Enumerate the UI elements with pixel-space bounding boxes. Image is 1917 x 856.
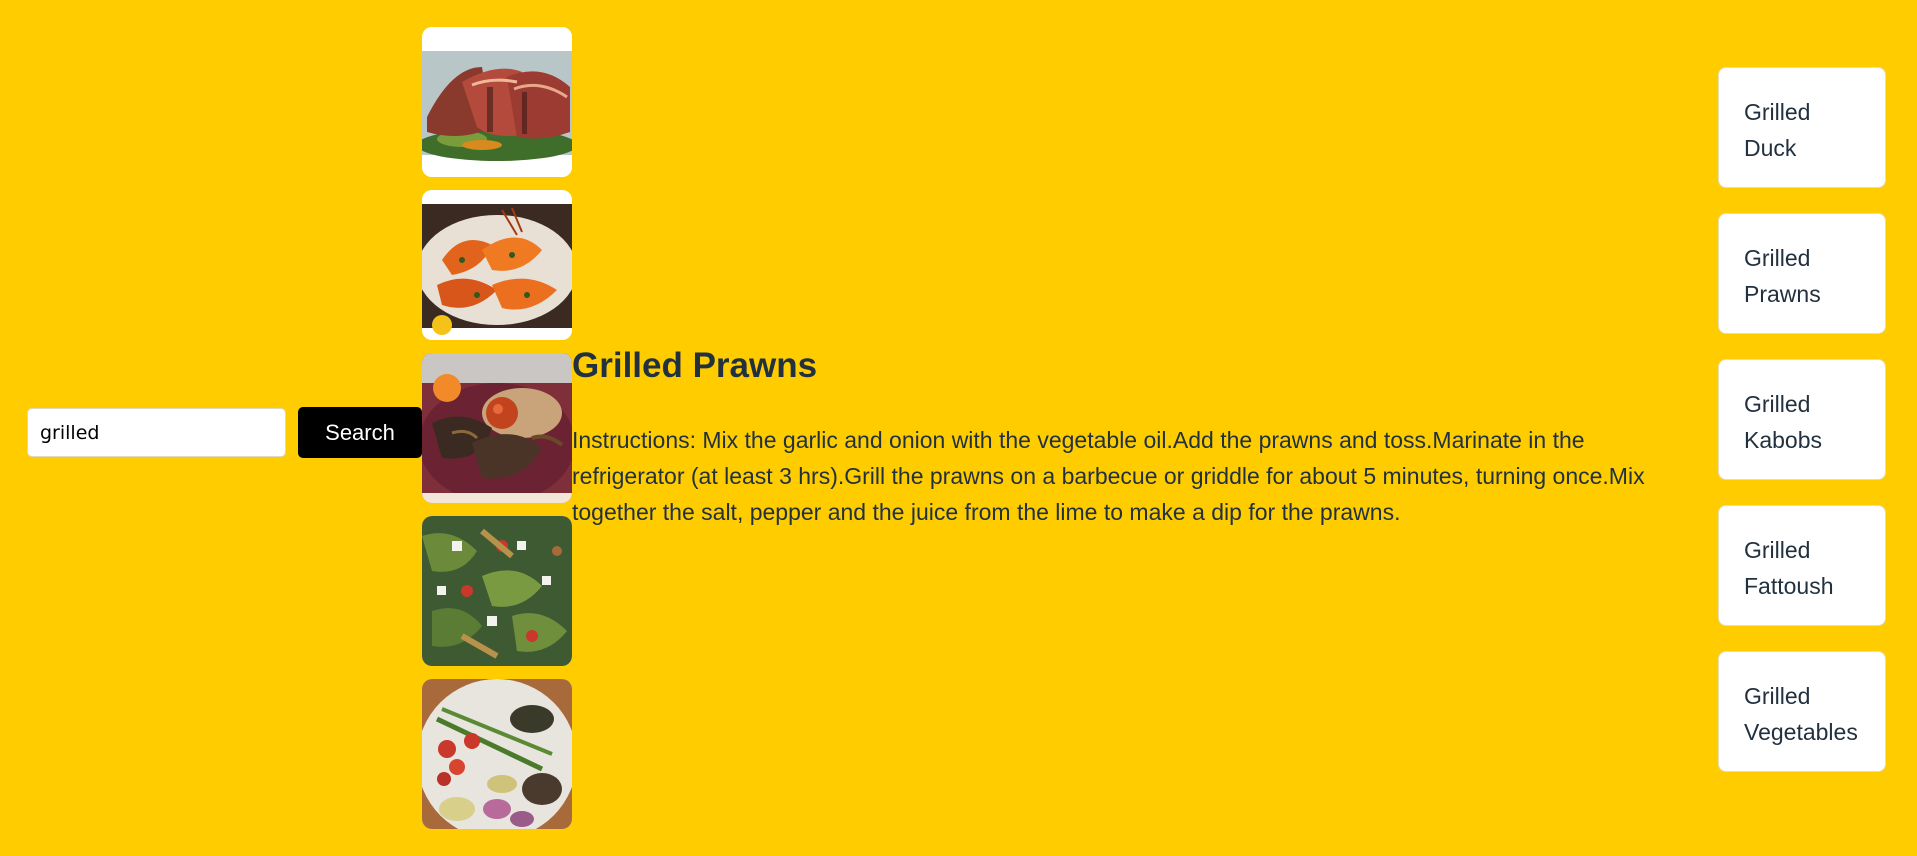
thumbnail-strip [422, 27, 572, 842]
recipe-card-grilled-fattoush[interactable]: Grilled Fattoush [1718, 505, 1886, 626]
recipe-card-label-line2: Duck [1744, 135, 1797, 161]
recipe-detail: Grilled Prawns Instructions: Mix the gar… [572, 343, 1702, 530]
recipe-card-grilled-duck[interactable]: Grilled Duck [1718, 67, 1886, 188]
thumbnail-grilled-kabobs[interactable] [422, 353, 572, 503]
recipe-card-label-line1: Grilled [1744, 537, 1811, 563]
grilled-vegetables-image [422, 679, 572, 829]
thumbnail-grilled-prawns[interactable] [422, 190, 572, 340]
recipe-card-label-line2: Prawns [1744, 281, 1821, 307]
recipe-card-label-line2: Kabobs [1744, 427, 1823, 453]
recipe-card-label-line2: Vegetables [1744, 719, 1858, 745]
grilled-kabobs-image [422, 353, 572, 503]
grilled-prawns-image [422, 190, 572, 340]
grilled-duck-image [422, 27, 572, 177]
search-button[interactable]: Search [298, 407, 422, 458]
recipe-card-label-line1: Grilled [1744, 245, 1811, 271]
thumbnail-grilled-duck[interactable] [422, 27, 572, 177]
search-input[interactable] [27, 408, 286, 457]
thumbnail-grilled-fattoush[interactable] [422, 516, 572, 666]
recipe-instructions: Instructions: Mix the garlic and onion w… [572, 427, 1645, 525]
recipe-card-grilled-prawns[interactable]: Grilled Prawns [1718, 213, 1886, 334]
grilled-fattoush-image [422, 516, 572, 666]
recipe-list: Grilled Duck Grilled Prawns Grilled Kabo… [1718, 67, 1886, 797]
recipe-title: Grilled Prawns [572, 346, 818, 385]
search-box: Search [27, 407, 422, 458]
thumbnail-grilled-vegetables[interactable] [422, 679, 572, 829]
recipe-card-grilled-vegetables[interactable]: Grilled Vegetables [1718, 651, 1886, 772]
recipe-card-label-line1: Grilled [1744, 99, 1811, 125]
recipe-card-grilled-kabobs[interactable]: Grilled Kabobs [1718, 359, 1886, 480]
recipe-card-label-line2: Fattoush [1744, 573, 1834, 599]
recipe-card-label-line1: Grilled [1744, 391, 1811, 417]
recipe-card-label-line1: Grilled [1744, 683, 1811, 709]
